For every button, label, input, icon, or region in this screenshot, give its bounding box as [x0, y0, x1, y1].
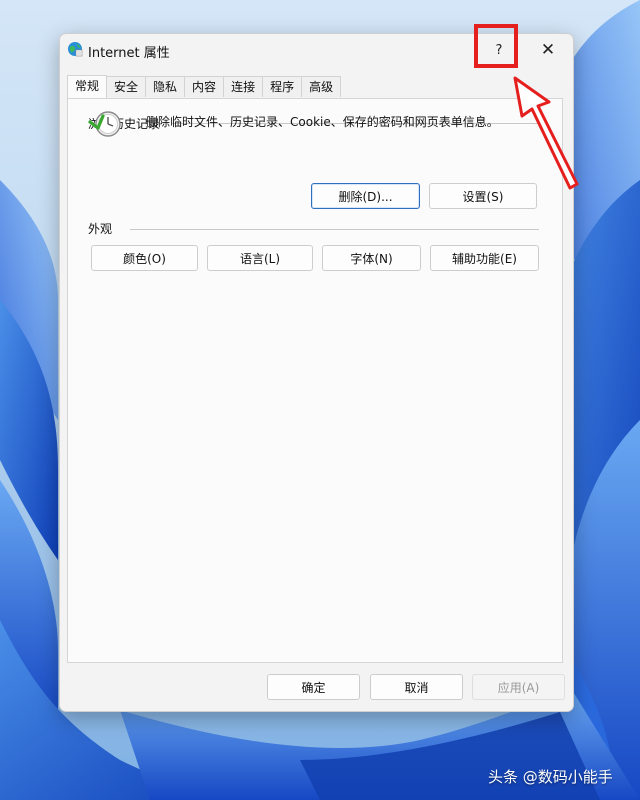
close-button[interactable]: ✕: [524, 34, 572, 66]
annotation-highlight-box: [474, 24, 518, 68]
cancel-button[interactable]: 取消: [370, 674, 463, 700]
globe-icon: [68, 42, 83, 57]
ok-button[interactable]: 确定: [267, 674, 360, 700]
tab-content[interactable]: 内容: [184, 76, 225, 97]
appearance-divider: [130, 229, 539, 230]
tab-privacy[interactable]: 隐私: [145, 76, 186, 97]
watermark-text: 头条 @数码小能手: [488, 768, 613, 786]
tab-programs[interactable]: 程序: [262, 76, 303, 97]
tab-general[interactable]: 常规: [67, 75, 108, 98]
tab-security[interactable]: 安全: [106, 76, 147, 97]
internet-properties-dialog: Internet 属性 ? ✕ 常规 安全 隐私 内容 连接 程序 高级 浏览历…: [59, 33, 574, 712]
tab-strip: 常规 安全 隐私 内容 连接 程序 高级: [67, 75, 342, 98]
apply-button[interactable]: 应用(A): [472, 674, 565, 700]
appearance-header: 外观: [88, 222, 113, 236]
tab-advanced[interactable]: 高级: [301, 76, 342, 97]
browsing-history-description: 删除临时文件、历史记录、Cookie、保存的密码和网页表单信息。: [146, 115, 499, 129]
languages-button[interactable]: 语言(L): [207, 245, 313, 271]
annotation-arrow: [513, 76, 579, 190]
window-title: Internet 属性: [88, 46, 170, 61]
close-icon: ✕: [540, 40, 556, 60]
accessibility-button[interactable]: 辅助功能(E): [430, 245, 539, 271]
colors-button[interactable]: 颜色(O): [91, 245, 198, 271]
fonts-button[interactable]: 字体(N): [322, 245, 421, 271]
history-clock-icon: [88, 111, 121, 137]
delete-history-button[interactable]: 删除(D)...: [311, 183, 420, 209]
tab-connections[interactable]: 连接: [223, 76, 264, 97]
